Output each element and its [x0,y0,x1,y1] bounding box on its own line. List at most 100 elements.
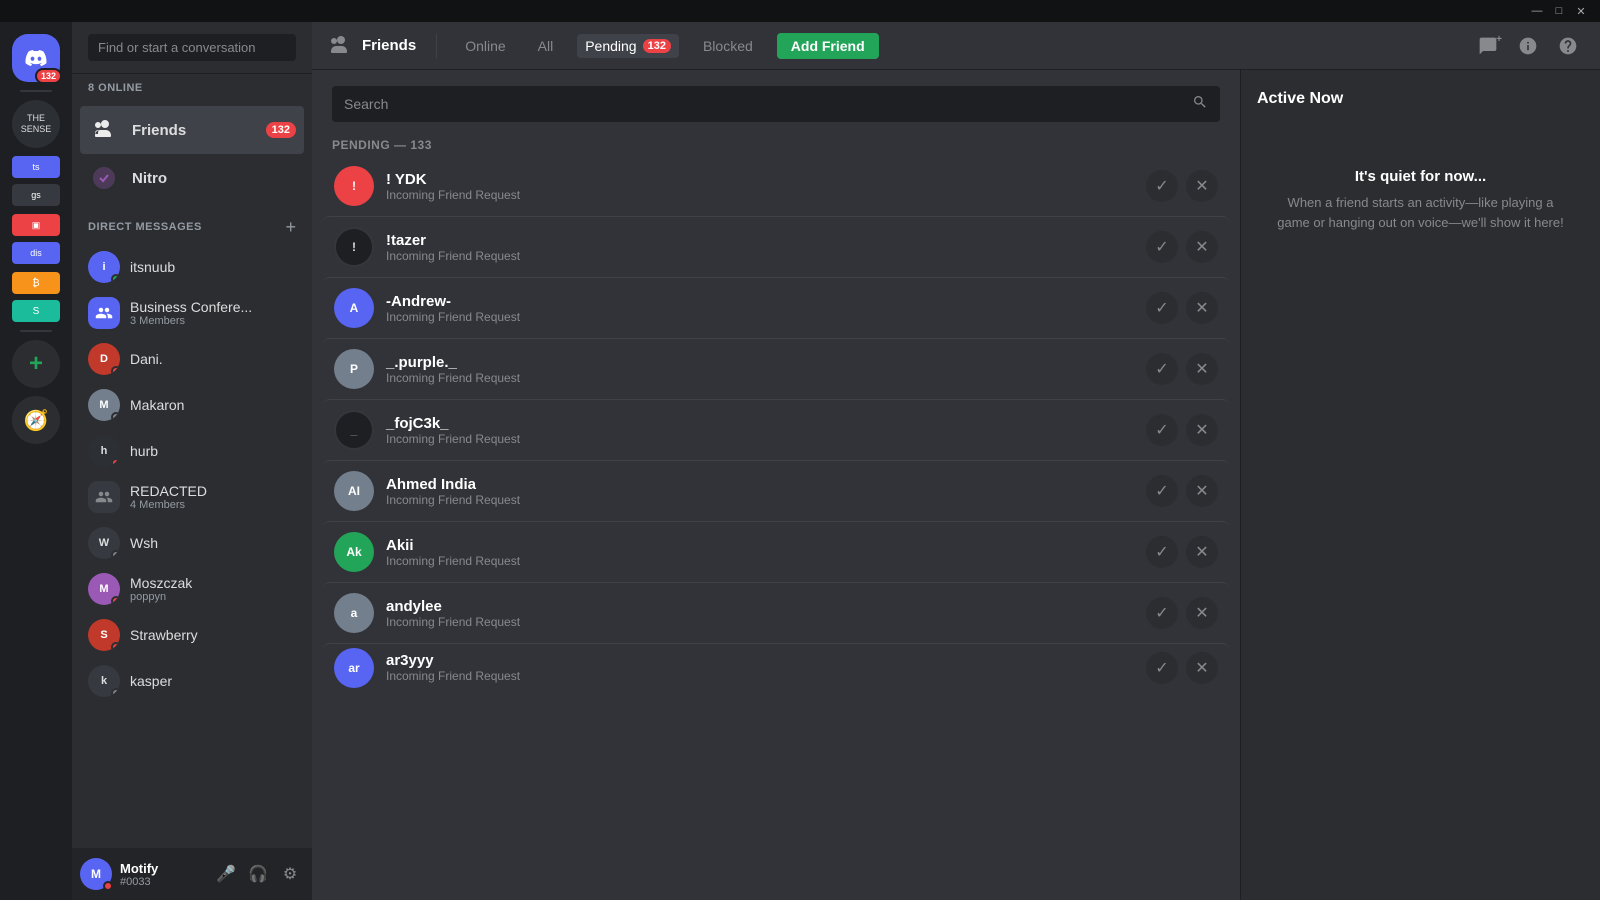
mute-btn[interactable]: 🎤 [212,860,240,888]
pending-item-andrew[interactable]: A -Andrew- Incoming Friend Request ✓ ✕ [322,277,1230,338]
pending-name-itazer: !tazer [386,232,1146,249]
dm-info-strawberry: Strawberry [130,627,198,643]
pending-item-purple[interactable]: P _.purple._ Incoming Friend Request ✓ ✕ [322,338,1230,399]
reject-btn-ydk[interactable]: ✕ [1186,170,1218,202]
current-user-name: Motify [120,861,204,876]
reject-btn-purple[interactable]: ✕ [1186,353,1218,385]
maximize-btn[interactable]: □ [1548,0,1570,22]
server-icon-red[interactable]: ▣ [12,214,60,236]
reject-btn-itazer[interactable]: ✕ [1186,231,1218,263]
server-icon-gs[interactable]: gs [12,184,60,206]
add-friend-btn[interactable]: Add Friend [777,33,879,59]
dm-info-dani: Dani. [130,351,163,367]
server-icon-sense[interactable]: THESENSE [12,100,60,148]
status-dot-moszczak [111,596,120,605]
dm-search-btn[interactable]: Find or start a conversation [88,34,296,61]
tab-pending[interactable]: Pending 132 [577,34,679,58]
home-badge: 132 [35,68,62,84]
inbox-btn[interactable] [1512,30,1544,62]
server-icon-s[interactable]: S [12,300,60,322]
pending-section-label: PENDING — 133 [312,130,1240,156]
pending-list-area: PENDING — 133 ! ! YDK Incoming Friend Re… [312,70,1240,900]
dm-avatar-hurb: h [88,435,120,467]
friends-title: Friends [362,37,416,54]
pending-item-ydk[interactable]: ! ! YDK Incoming Friend Request ✓ ✕ [322,156,1230,216]
add-dm-btn[interactable]: + [285,218,296,236]
nitro-nav-item[interactable]: Nitro [80,154,304,202]
tab-blocked[interactable]: Blocked [695,34,761,58]
friends-body: PENDING — 133 ! ! YDK Incoming Friend Re… [312,70,1600,900]
pending-actions-ar3yyy: ✓ ✕ [1146,652,1218,684]
accept-btn-ar3yyy[interactable]: ✓ [1146,652,1178,684]
pending-avatar-ahmed: AI [334,471,374,511]
dm-item-wsh[interactable]: W Wsh [80,520,304,566]
reject-btn-andrew[interactable]: ✕ [1186,292,1218,324]
pending-actions-andrew: ✓ ✕ [1146,292,1218,324]
accept-btn-andylee[interactable]: ✓ [1146,597,1178,629]
pending-avatar-andrew: A [334,288,374,328]
accept-btn-akii[interactable]: ✓ [1146,536,1178,568]
tab-all[interactable]: All [530,34,562,58]
status-dot-makaron [111,412,120,421]
settings-btn[interactable]: ⚙ [276,860,304,888]
dm-name-wsh: Wsh [130,535,158,551]
accept-btn-ahmed[interactable]: ✓ [1146,475,1178,507]
close-btn[interactable]: ✕ [1570,0,1592,22]
dm-avatar-makaron: M [88,389,120,421]
pending-item-andylee[interactable]: a andylee Incoming Friend Request ✓ ✕ [322,582,1230,643]
tab-online[interactable]: Online [457,34,513,58]
dm-item-business[interactable]: Business Confere... 3 Members [80,290,304,336]
pending-avatar-andylee: a [334,593,374,633]
explore-btn[interactable]: 🧭 [12,396,60,444]
pending-info-purple: _.purple._ Incoming Friend Request [386,354,1146,385]
accept-btn-andrew[interactable]: ✓ [1146,292,1178,324]
friends-nav-item[interactable]: Friends 132 [80,106,304,154]
server-icon-btc[interactable]: ₿ [12,272,60,294]
pending-item-fojc3k[interactable]: _ _fojC3k_ Incoming Friend Request ✓ ✕ [322,399,1230,460]
server-icon-ts[interactable]: ts [12,156,60,178]
new-group-dm-btn[interactable]: + [1472,30,1504,62]
help-btn[interactable] [1552,30,1584,62]
deafen-btn[interactable]: 🎧 [244,860,272,888]
dm-avatar-itsnuub: i [88,251,120,283]
dm-item-dani[interactable]: D Dani. [80,336,304,382]
pending-item-ar3yyy[interactable]: ar ar3yyy Incoming Friend Request ✓ ✕ [322,643,1230,691]
dm-item-moszczak[interactable]: M Moszczak poppyn [80,566,304,612]
dm-item-kasper[interactable]: k kasper [80,658,304,704]
dm-item-itsnuub[interactable]: i itsnuub [80,244,304,290]
search-bar-row [312,70,1240,130]
dm-subname-business: 3 Members [130,315,252,327]
accept-btn-fojc3k[interactable]: ✓ [1146,414,1178,446]
friends-header-title: Friends [328,34,416,58]
reject-btn-fojc3k[interactable]: ✕ [1186,414,1218,446]
pending-name-andrew: -Andrew- [386,293,1146,310]
dm-item-redacted[interactable]: REDACTED 4 Members [80,474,304,520]
pending-name-ydk: ! YDK [386,171,1146,188]
server-icon-dis[interactable]: dis [12,242,60,264]
tab-pending-label: Pending [585,38,636,54]
search-input[interactable] [344,96,1192,112]
dm-item-hurb[interactable]: h hurb [80,428,304,474]
accept-btn-purple[interactable]: ✓ [1146,353,1178,385]
dm-avatar-wsh: W [88,527,120,559]
dm-info-makaron: Makaron [130,397,184,413]
reject-btn-ar3yyy[interactable]: ✕ [1186,652,1218,684]
server-group-2: ▣ dis [12,214,60,264]
accept-btn-itazer[interactable]: ✓ [1146,231,1178,263]
server-icon-home[interactable]: 132 [12,34,60,82]
user-bar-actions: 🎤 🎧 ⚙ [212,860,304,888]
server-sidebar: 132 THESENSE ts gs ▣ dis ₿ [0,22,72,900]
reject-btn-andylee[interactable]: ✕ [1186,597,1218,629]
add-server-btn[interactable]: + [12,340,60,388]
pending-avatar-itazer: ! [334,227,374,267]
minimize-btn[interactable]: — [1526,0,1548,22]
active-now-empty-desc: When a friend starts an activity—like pl… [1277,193,1564,232]
pending-item-akii[interactable]: Ak Akii Incoming Friend Request ✓ ✕ [322,521,1230,582]
pending-item-ahmed[interactable]: AI Ahmed India Incoming Friend Request ✓… [322,460,1230,521]
dm-item-strawberry[interactable]: S Strawberry [80,612,304,658]
reject-btn-ahmed[interactable]: ✕ [1186,475,1218,507]
reject-btn-akii[interactable]: ✕ [1186,536,1218,568]
pending-item-itazer[interactable]: ! !tazer Incoming Friend Request ✓ ✕ [322,216,1230,277]
accept-btn-ydk[interactable]: ✓ [1146,170,1178,202]
dm-item-makaron[interactable]: M Makaron [80,382,304,428]
